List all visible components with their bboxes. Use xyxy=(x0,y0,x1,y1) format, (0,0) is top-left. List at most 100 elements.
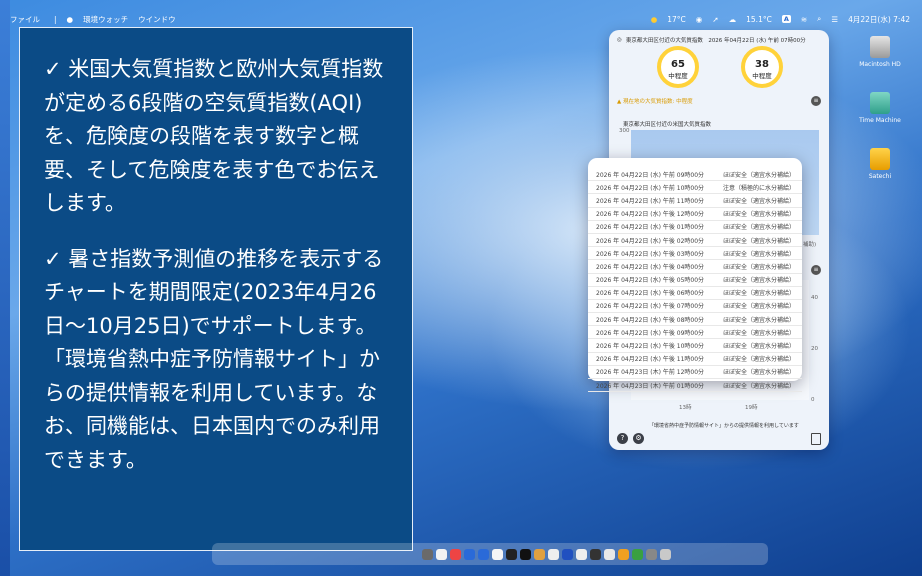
dock-app-icon[interactable] xyxy=(478,548,489,560)
forecast-row[interactable]: 2026 年 04月22日 (水) 午後 07時00分 ほぼ安全（適宜水分補給） xyxy=(588,300,802,314)
desktop-background: ファイル | ● 環境ウォッチ ウインドウ ● 17°C ◉ ➚ ☁ 15.1°… xyxy=(0,0,922,576)
forecast-row[interactable]: 2026 年 04月22日 (水) 午後 10時00分 ほぼ安全（適宜水分補給） xyxy=(588,339,802,353)
status-temp-1[interactable]: 17°C xyxy=(667,15,686,24)
input-source-badge[interactable]: A xyxy=(781,15,791,23)
menu-separator: | xyxy=(54,14,57,24)
forecast-status: 注意（積極的に水分補給） xyxy=(722,184,795,192)
forecast-status: ほぼ安全（適宜水分補給） xyxy=(722,382,795,390)
menu-list-icon[interactable]: ≡ xyxy=(811,96,821,106)
promo-paragraph-heat: ✓ 暑さ指数予測値の推移を表示するチャートを期間限定(2023年4月26日〜10… xyxy=(44,246,384,472)
dock-app-icon[interactable] xyxy=(506,548,517,560)
dock-app-icon[interactable] xyxy=(450,548,461,560)
dock-app-icon[interactable] xyxy=(520,548,531,560)
forecast-row[interactable]: 2026 年 04月22日 (水) 午後 11時00分 ほぼ安全（適宜水分補給） xyxy=(588,353,802,366)
forecast-row[interactable]: 2026 年 04月22日 (水) 午後 01時00分 ほぼ安全（適宜水分補給） xyxy=(588,221,802,234)
desktop-icon-label: Time Machine xyxy=(859,117,901,124)
forecast-row[interactable]: 2026 年 04月22日 (水) 午後 06時00分 ほぼ安全（適宜水分補給） xyxy=(588,287,802,300)
settings-button[interactable]: ⚙ xyxy=(633,433,644,444)
gauge-eu-level: 中程度 xyxy=(752,72,772,80)
forecast-datetime: 2026 年 04月22日 (水) 午後 12時00分 xyxy=(596,211,705,219)
forecast-datetime: 2026 年 04月22日 (水) 午後 04時00分 xyxy=(596,263,705,271)
dock-app-icon[interactable] xyxy=(464,548,475,560)
cloud-icon[interactable]: ☁ xyxy=(729,15,737,24)
desktop-icon-label: Satechi xyxy=(868,173,892,180)
chart-title: 東京都大田区付近の米国大気質指数 xyxy=(623,122,712,128)
promo-paragraph-aqi: ✓ 米国大気質指数と欧州大気質指数が定める6段階の空気質指数(AQI)を、危険度… xyxy=(44,57,384,215)
menu-list-icon-2[interactable]: ≡ xyxy=(811,265,821,275)
sun-icon[interactable]: ● xyxy=(651,15,658,24)
forecast-row[interactable]: 2026 年 04月22日 (水) 午後 12時00分 ほぼ安全（適宜水分補給） xyxy=(588,208,802,221)
menu-app-name[interactable]: 環境ウォッチ xyxy=(83,14,128,25)
promo-card: ✓ 米国大気質指数と欧州大気質指数が定める6段階の空気質指数(AQI)を、危険度… xyxy=(19,27,413,551)
control-center-icon[interactable]: ☰ xyxy=(831,15,838,24)
drive-icon xyxy=(870,148,890,170)
forecast-row[interactable]: 2026 年 04月22日 (水) 午後 05時00分 ほぼ安全（適宜水分補給） xyxy=(588,274,802,287)
desktop-icon-macintosh-hd[interactable]: Macintosh HD xyxy=(858,36,902,68)
dock-app-icon[interactable] xyxy=(604,548,615,560)
forecast-datetime: 2026 年 04月22日 (水) 午後 03時00分 xyxy=(596,250,705,258)
forecast-status: ほぼ安全（適宜水分補給） xyxy=(722,263,795,271)
sidebar-toggle-icon[interactable] xyxy=(811,433,821,445)
help-button[interactable]: ? xyxy=(617,433,628,444)
dock-app-icon[interactable] xyxy=(590,548,601,560)
forecast-row[interactable]: 2026 年 04月22日 (水) 午後 04時00分 ほぼ安全（適宜水分補給） xyxy=(588,260,802,274)
dock-app-icon[interactable] xyxy=(562,548,573,560)
weather-app-icon[interactable]: ◉ xyxy=(696,15,703,24)
wifi-icon[interactable]: ≋ xyxy=(801,15,807,24)
menu-window[interactable]: ウインドウ xyxy=(138,14,176,25)
forecast-status: ほぼ安全（適宜水分補給） xyxy=(722,329,795,337)
forecast-status: ほぼ安全（適宜水分補給） xyxy=(722,197,795,205)
edge-stripe xyxy=(0,0,10,576)
forecast-datetime: 2026 年 04月22日 (水) 午前 10時00分 xyxy=(596,184,705,192)
dock-app-icon[interactable] xyxy=(492,548,503,560)
forecast-status: ほぼ安全（適宜水分補給） xyxy=(722,211,795,219)
forecast-datetime: 2026 年 04月23日 (木) 午前 01時00分 xyxy=(596,382,705,390)
partial-label: 補助) xyxy=(803,242,817,248)
forecast-row[interactable]: 2026 年 04月22日 (水) 午後 02時00分 ほぼ安全（適宜水分補給） xyxy=(588,234,802,248)
forecast-status: ほぼ安全（適宜水分補給） xyxy=(722,356,795,364)
trash-icon[interactable] xyxy=(660,548,671,560)
forecast-row[interactable]: 2026 年 04月22日 (水) 午後 08時00分 ほぼ安全（適宜水分補給） xyxy=(588,313,802,327)
dock-app-icon[interactable] xyxy=(576,548,587,560)
forecast-status: ほぼ安全（適宜水分補給） xyxy=(722,290,795,298)
forecast-datetime: 2026 年 04月22日 (水) 午後 07時00分 xyxy=(596,303,705,311)
forecast-status: ほぼ安全（適宜水分補給） xyxy=(722,303,795,311)
forecast-row[interactable]: 2026 年 04月22日 (水) 午前 11時00分 ほぼ安全（適宜水分補給） xyxy=(588,194,802,208)
dock xyxy=(212,543,768,565)
dock-app-icon[interactable] xyxy=(534,548,545,560)
apple-icon[interactable]: ● xyxy=(67,15,74,24)
forecast-datetime: 2026 年 04月22日 (水) 午前 11時00分 xyxy=(596,197,705,205)
dock-app-icon[interactable] xyxy=(632,548,643,560)
forecast-row[interactable]: 2026 年 04月23日 (木) 午前 12時00分 ほぼ安全（適宜水分補給） xyxy=(588,366,802,379)
forecast-datetime: 2026 年 04月22日 (水) 午後 08時00分 xyxy=(596,316,705,324)
window-title: ◎ 東京都大田区付近の大気質指数 2026 年04月22日 (水) 午前 07時… xyxy=(617,36,806,44)
forecast-row[interactable]: 2026 年 04月22日 (水) 午後 09時00分 ほぼ安全（適宜水分補給） xyxy=(588,326,802,340)
hard-drive-icon xyxy=(870,36,890,58)
status-temp-2[interactable]: 15.1°C xyxy=(746,15,772,24)
forecast-status: ほぼ安全（適宜水分補給） xyxy=(722,250,795,258)
forecast-status: ほぼ安全（適宜水分補給） xyxy=(722,369,795,377)
status-area: ● 17°C ◉ ➚ ☁ 15.1°C A ≋ ⌕ ☰ 4月22日(水) 7:4… xyxy=(651,10,910,28)
dock-app-icon[interactable] xyxy=(618,548,629,560)
rocket-icon[interactable]: ➚ xyxy=(712,15,718,24)
forecast-status: ほぼ安全（適宜水分補給） xyxy=(722,171,795,179)
search-icon[interactable]: ⌕ xyxy=(817,14,821,24)
dock-app-icon[interactable] xyxy=(422,548,433,560)
menu-clock[interactable]: 4月22日(水) 7:42 xyxy=(848,14,910,25)
dock-app-icon[interactable] xyxy=(548,548,559,560)
forecast-row[interactable]: 2026 年 04月22日 (水) 午前 10時00分 注意（積極的に水分補給） xyxy=(588,181,802,195)
forecast-status: ほぼ安全（適宜水分補給） xyxy=(722,277,795,285)
forecast-status: ほぼ安全（適宜水分補給） xyxy=(722,224,795,232)
time-machine-icon xyxy=(870,92,890,114)
forecast-datetime: 2026 年 04月22日 (水) 午後 05時00分 xyxy=(596,277,705,285)
menu-file[interactable]: ファイル xyxy=(10,14,40,25)
dock-app-icon[interactable] xyxy=(436,548,447,560)
forecast-datetime: 2026 年 04月22日 (水) 午後 06時00分 xyxy=(596,290,705,298)
dock-app-icon[interactable] xyxy=(646,548,657,560)
warning-line: ▲ 現在地の大気質指数: 中程度 xyxy=(617,97,693,105)
forecast-row[interactable]: 2026 年 04月22日 (水) 午後 03時00分 ほぼ安全（適宜水分補給） xyxy=(588,247,802,261)
forecast-row[interactable]: 2026 年 04月22日 (水) 午前 09時00分 ほぼ安全（適宜水分補給） xyxy=(588,168,802,182)
desktop-icon-satechi[interactable]: Satechi xyxy=(858,148,902,180)
forecast-row[interactable]: 2026 年 04月23日 (木) 午前 01時00分 ほぼ安全（適宜水分補給） xyxy=(588,379,802,393)
desktop-icon-time-machine[interactable]: Time Machine xyxy=(858,92,902,124)
